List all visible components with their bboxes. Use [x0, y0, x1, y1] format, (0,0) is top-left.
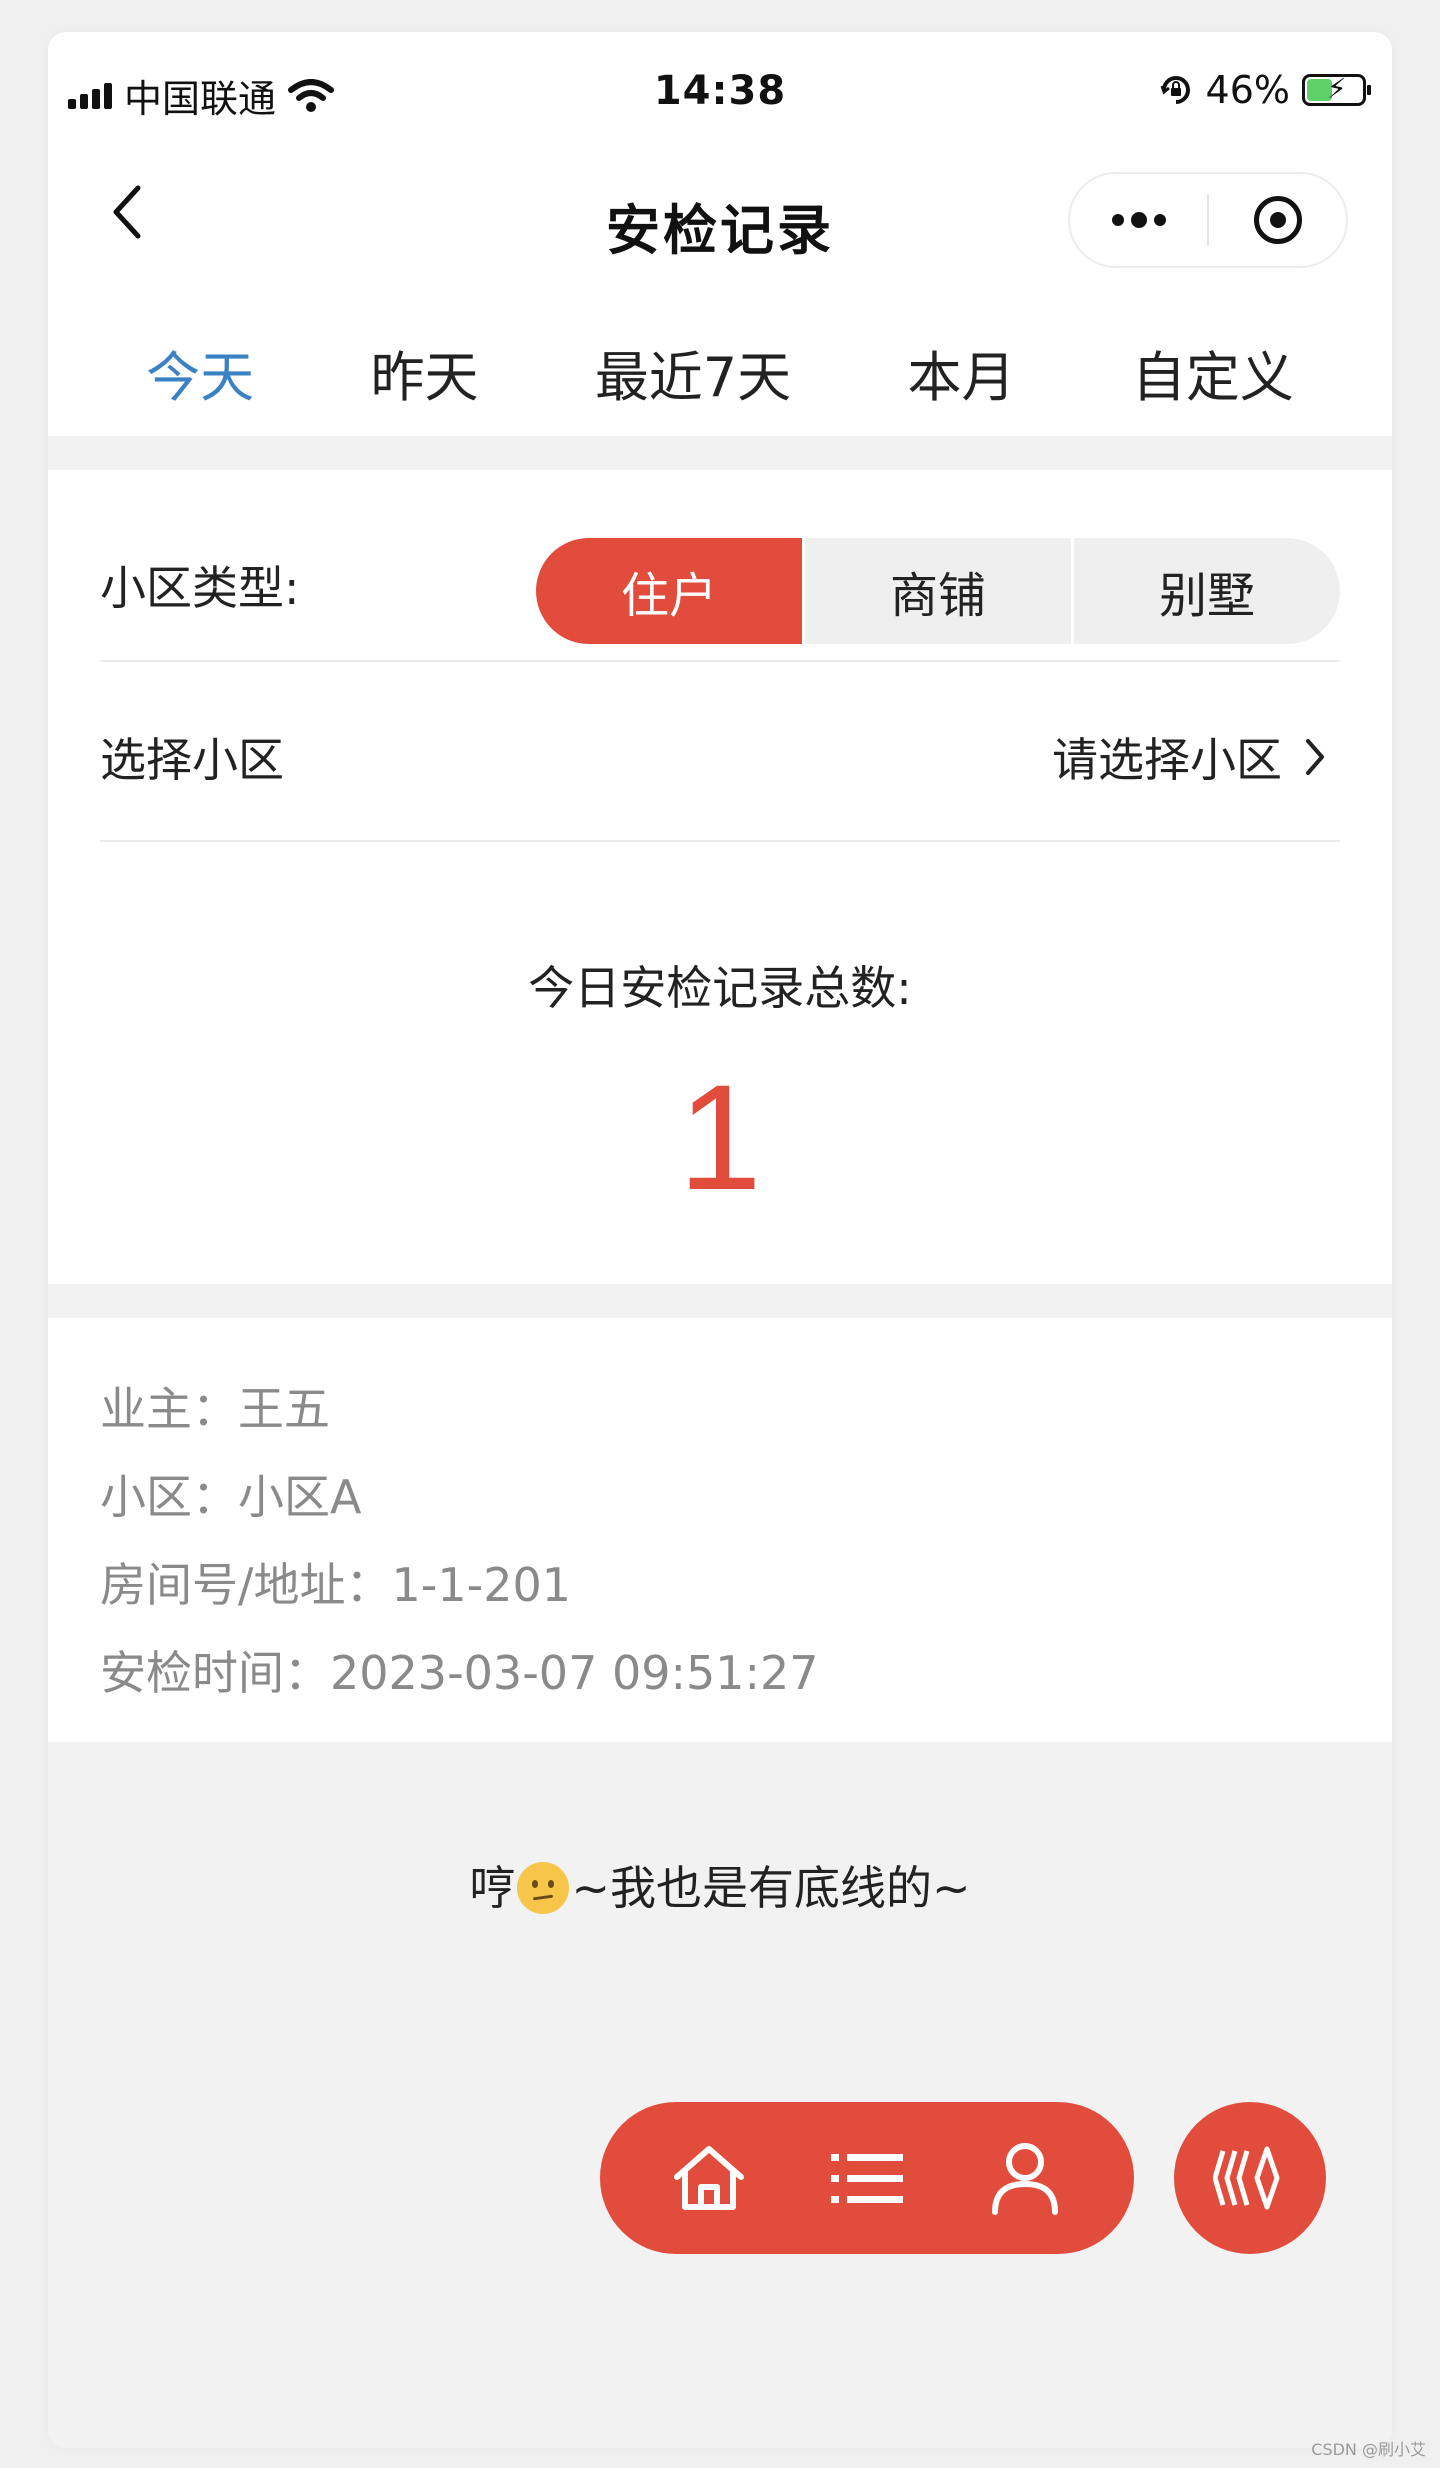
segment-shop[interactable]: 商铺: [805, 538, 1074, 644]
tab-yesterday[interactable]: 昨天: [370, 333, 478, 412]
list-footer-area: 哼 ~我也是有底线的~: [48, 1742, 1392, 2448]
record-community: 小区：小区A: [100, 1470, 362, 1524]
community-type-row: 小区类型: 住户 商铺 别墅: [100, 502, 1340, 662]
list-button[interactable]: [817, 2128, 917, 2228]
floating-nav-bar: [600, 2102, 1134, 2254]
select-community-row[interactable]: 选择小区 请选择小区: [100, 662, 1340, 842]
chevron-left-icon: [113, 185, 141, 239]
end-of-list-text: 哼 ~我也是有底线的~: [48, 1852, 1392, 1918]
date-tabs: 今天 昨天 最近7天 本月 自定义: [88, 332, 1352, 412]
tab-custom[interactable]: 自定义: [1132, 333, 1294, 412]
more-dots-icon: [1111, 212, 1166, 228]
segment-residential[interactable]: 住户: [536, 538, 805, 644]
section-divider: [48, 436, 1392, 470]
target-icon: [1253, 196, 1302, 244]
back-button[interactable]: [88, 172, 168, 252]
signal-icon: [68, 82, 112, 109]
watermark: CSDN @刷小艾: [1311, 2440, 1426, 2459]
today-count-label: 今日安检记录总数:: [528, 961, 912, 1015]
brand-floating-button[interactable]: [1174, 2102, 1326, 2254]
profile-button[interactable]: [975, 2128, 1075, 2228]
status-right: 46% ⚡: [1158, 68, 1371, 112]
today-count-value: 1: [678, 1053, 762, 1221]
page-title: 安检记录: [606, 199, 834, 262]
battery-percent: 46%: [1205, 68, 1290, 112]
community-type-label: 小区类型:: [100, 561, 300, 615]
status-bar: 中国联通 14:38 46% ⚡: [48, 32, 1392, 152]
orientation-lock-icon: [1160, 76, 1190, 104]
record-time: 安检时间：2023-03-07 09:51:27: [100, 1646, 819, 1700]
home-icon: [674, 2146, 744, 2210]
inspection-record-card[interactable]: 业主：王五 小区：小区A 房间号/地址：1-1-201 安检时间：2023-03…: [100, 1362, 1340, 1714]
confused-face-icon: [517, 1861, 570, 1914]
tab-today[interactable]: 今天: [146, 333, 254, 412]
chevron-right-icon: [1306, 739, 1324, 775]
user-icon: [992, 2143, 1058, 2215]
status-left: 中国联通: [68, 68, 335, 123]
end-of-list-prefix: 哼: [469, 1861, 516, 1915]
community-type-segment: 住户 商铺 别墅: [536, 538, 1340, 644]
section-divider: [48, 1284, 1392, 1318]
segment-villa[interactable]: 别墅: [1074, 538, 1340, 644]
carrier-name: 中国联通: [124, 77, 277, 121]
status-time: 14:38: [653, 68, 787, 114]
close-miniprogram-button[interactable]: [1209, 174, 1346, 266]
brand-logo-icon: [1213, 2146, 1280, 2210]
more-button[interactable]: [1070, 174, 1207, 266]
home-button[interactable]: [659, 2128, 759, 2228]
charging-bolt-icon: ⚡: [1327, 72, 1347, 105]
select-community-placeholder: 请选择小区: [1052, 733, 1282, 787]
phone-screen: 中国联通 14:38 46% ⚡ 安检记录 今天 昨天 最近7天 本月 自定义 …: [48, 32, 1392, 2448]
record-address: 房间号/地址：1-1-201: [100, 1558, 572, 1612]
battery-icon: ⚡: [1302, 72, 1371, 106]
list-icon: [831, 2154, 903, 2203]
record-owner: 业主：王五: [100, 1382, 330, 1436]
tab-this-month[interactable]: 本月: [908, 333, 1016, 412]
select-community-picker[interactable]: 请选择小区: [1052, 724, 1326, 790]
mini-program-capsule: [1068, 172, 1348, 268]
wifi-icon: [288, 78, 335, 112]
select-community-label: 选择小区: [100, 733, 284, 787]
tab-last-7-days[interactable]: 最近7天: [595, 333, 791, 412]
nav-bar: 安检记录: [48, 142, 1392, 282]
end-of-list-suffix: ~我也是有底线的~: [571, 1861, 971, 1915]
